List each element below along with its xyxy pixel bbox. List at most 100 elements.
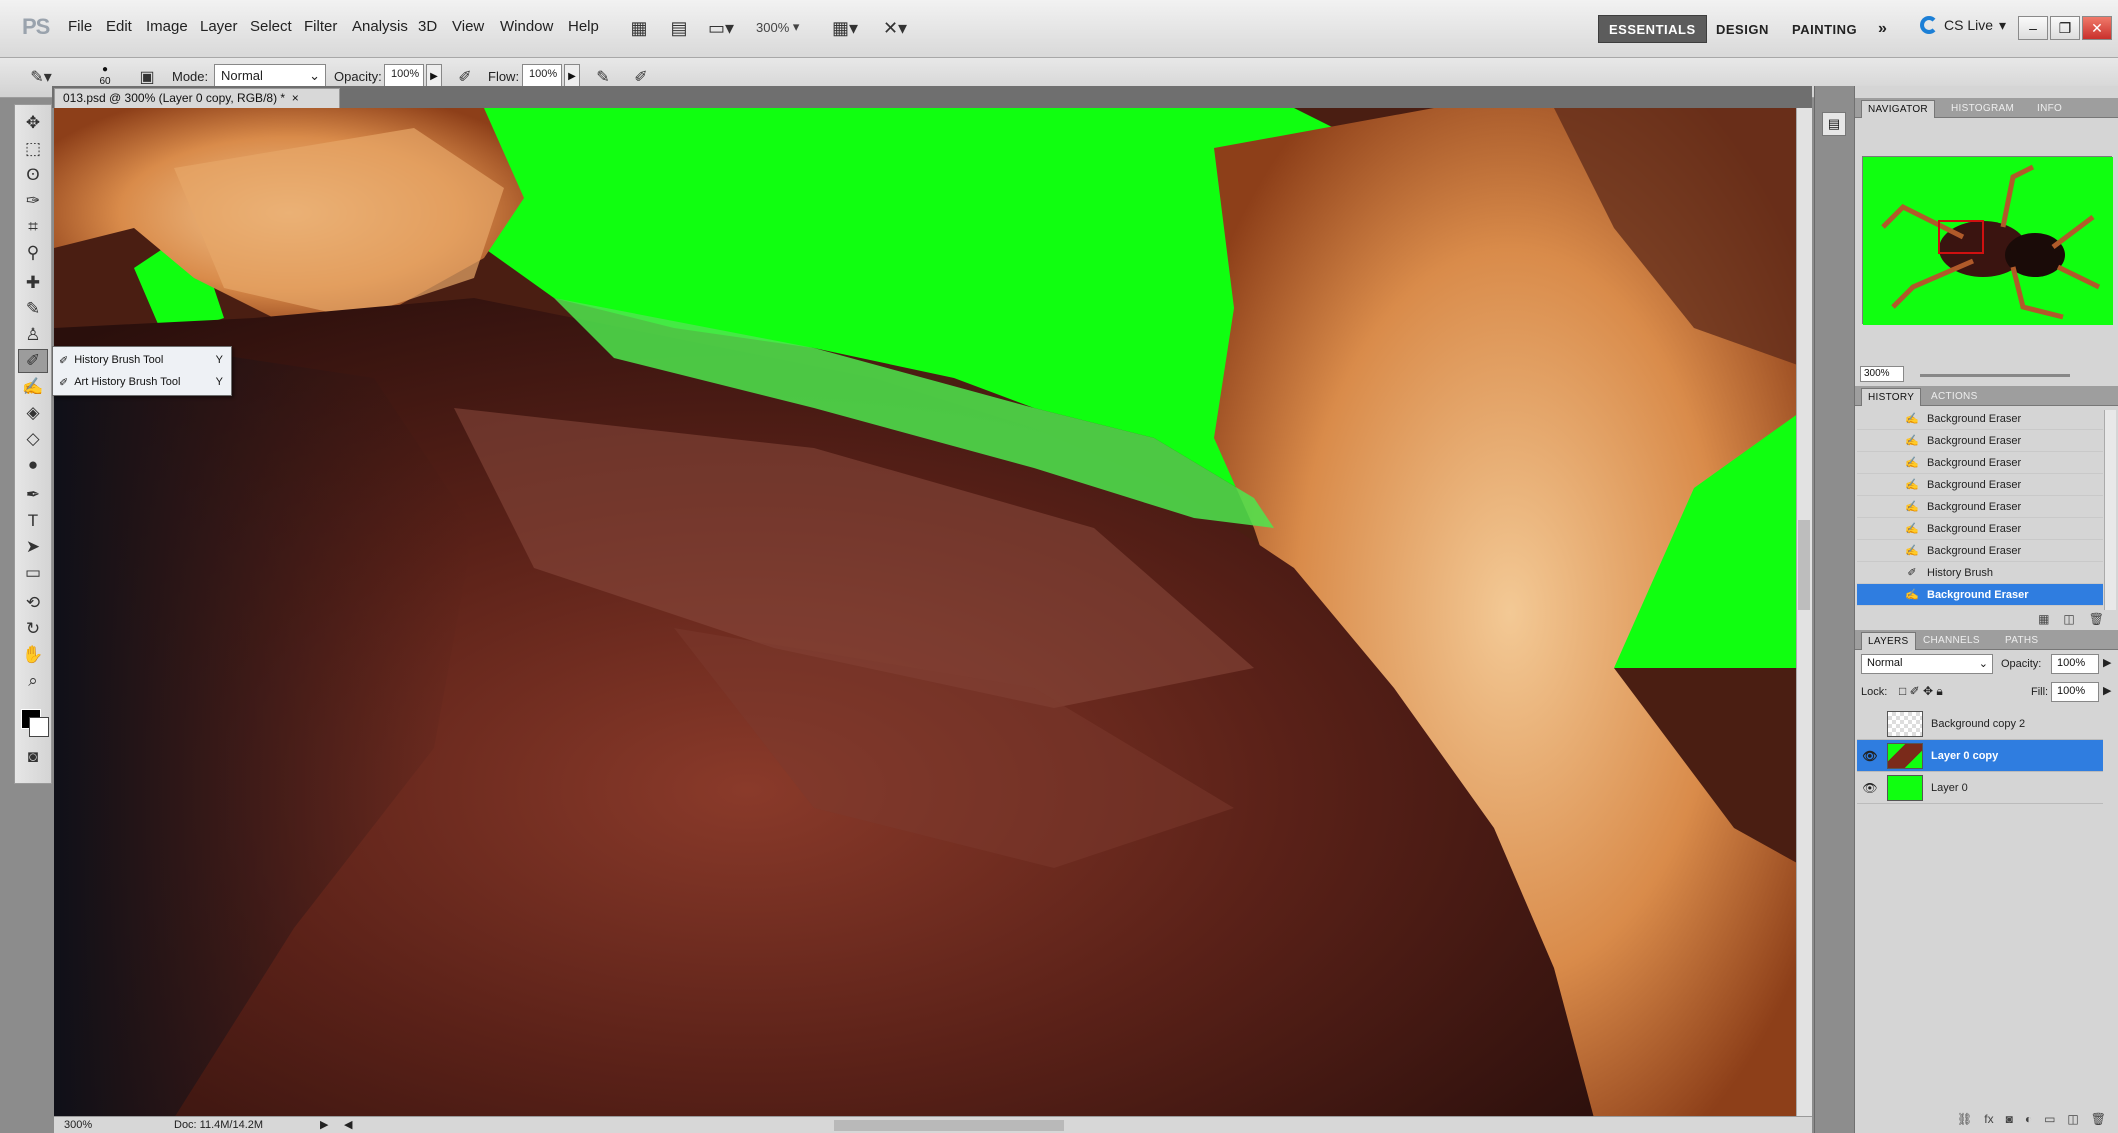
hand-tool-icon[interactable]: ✋ bbox=[18, 643, 48, 667]
pen-tool-icon[interactable]: ✒ bbox=[18, 483, 48, 507]
history-item[interactable]: ✍ Background Eraser bbox=[1857, 474, 2103, 496]
background-color-swatch[interactable] bbox=[29, 717, 49, 737]
workspace-design-button[interactable]: DESIGN bbox=[1706, 15, 1779, 43]
type-tool-icon[interactable]: T bbox=[18, 509, 48, 533]
quick-mask-icon[interactable]: ◙ bbox=[18, 745, 48, 769]
screen-mode-icon[interactable]: ✕▾ bbox=[880, 14, 910, 42]
menu-filter[interactable]: Filter bbox=[304, 18, 337, 35]
mini-bridge-icon[interactable]: ▤ bbox=[664, 14, 694, 42]
tab-actions[interactable]: ACTIONS bbox=[1925, 388, 1984, 406]
horizontal-scroll-thumb[interactable] bbox=[834, 1120, 1064, 1131]
close-window-button[interactable]: ✕ bbox=[2082, 16, 2112, 40]
scroll-left-arrow-icon[interactable]: ◀ bbox=[344, 1118, 352, 1131]
eye-icon[interactable]: 👁︎ bbox=[1861, 779, 1879, 797]
dodge-tool-icon[interactable]: ● bbox=[18, 453, 48, 477]
menu-layer[interactable]: Layer bbox=[200, 18, 238, 35]
eyedropper-tool-icon[interactable]: ⚲ bbox=[18, 241, 48, 265]
mode-select[interactable]: Normal ⌄ bbox=[214, 64, 326, 88]
eye-icon[interactable]: 👁︎ bbox=[1861, 747, 1879, 765]
tab-channels[interactable]: CHANNELS bbox=[1917, 632, 1986, 650]
tool-preset-picker-icon[interactable]: ✎▾ bbox=[28, 64, 54, 90]
flow-slider-button[interactable]: ▶ bbox=[564, 64, 580, 88]
menu-view[interactable]: View bbox=[452, 18, 484, 35]
quick-selection-tool-icon[interactable]: ✑ bbox=[18, 189, 48, 213]
tab-info[interactable]: INFO bbox=[2031, 100, 2068, 118]
mini-panel-button[interactable]: ▤ bbox=[1822, 112, 1846, 136]
tab-histogram[interactable]: HISTOGRAM bbox=[1945, 100, 2020, 118]
3d-rotate-tool-icon[interactable]: ⟲ bbox=[18, 591, 48, 615]
view-extras-icon[interactable]: ▭▾ bbox=[706, 14, 736, 42]
marquee-tool-icon[interactable]: ⬚ bbox=[18, 137, 48, 161]
menu-window[interactable]: Window bbox=[500, 18, 553, 35]
menu-3d[interactable]: 3D bbox=[418, 18, 437, 35]
cs-live-button[interactable]: CS Live ▾ bbox=[1920, 16, 2006, 34]
workspace-painting-button[interactable]: PAINTING bbox=[1782, 15, 1867, 43]
delete-state-icon[interactable]: 🗑︎ bbox=[2089, 612, 2104, 630]
crop-tool-icon[interactable]: ⌗ bbox=[18, 215, 48, 239]
link-layers-icon[interactable]: ⛓︎ bbox=[1957, 1112, 1972, 1132]
menu-analysis[interactable]: Analysis bbox=[352, 18, 408, 35]
tab-navigator[interactable]: NAVIGATOR bbox=[1861, 100, 1935, 118]
restore-button[interactable]: ❐ bbox=[2050, 16, 2080, 40]
3d-orbit-tool-icon[interactable]: ↻ bbox=[18, 617, 48, 641]
status-doc-size[interactable]: Doc: 11.4M/14.2M bbox=[174, 1119, 263, 1131]
layer-style-icon[interactable]: fx bbox=[1984, 1112, 1993, 1132]
navigator-preview[interactable] bbox=[1862, 156, 2113, 325]
paint-bucket-tool-icon[interactable]: ◈ bbox=[18, 401, 48, 425]
layer-mask-icon[interactable]: ◙ bbox=[2006, 1112, 2013, 1132]
document-canvas[interactable] bbox=[54, 108, 1806, 1118]
new-snapshot-icon[interactable]: ◫ bbox=[2063, 612, 2074, 630]
vertical-scrollbar[interactable] bbox=[1796, 108, 1812, 1118]
spot-healing-tool-icon[interactable]: ✚ bbox=[18, 271, 48, 295]
zoom-tool-icon[interactable]: ⌕ bbox=[18, 669, 48, 693]
status-zoom[interactable]: 300% bbox=[64, 1119, 92, 1131]
navigator-zoom-input[interactable]: 300% bbox=[1860, 366, 1904, 382]
menu-image[interactable]: Image bbox=[146, 18, 188, 35]
arrange-documents-icon[interactable]: ▦▾ bbox=[830, 14, 860, 42]
history-item[interactable]: ✍ Background Eraser bbox=[1857, 408, 2103, 430]
zoom-level-dropdown[interactable]: 300% ▾ bbox=[756, 14, 818, 40]
history-item[interactable]: ✍ Background Eraser bbox=[1857, 518, 2103, 540]
flyout-item-history-brush[interactable]: ✐ History Brush Tool Y bbox=[55, 349, 229, 371]
vertical-scroll-thumb[interactable] bbox=[1798, 520, 1810, 610]
tab-layers[interactable]: LAYERS bbox=[1861, 632, 1916, 650]
minimize-button[interactable]: – bbox=[2018, 16, 2048, 40]
layer-opacity-slider-icon[interactable]: ▶ bbox=[2103, 656, 2111, 669]
eraser-tool-icon[interactable]: ✍ bbox=[18, 375, 48, 399]
close-tab-icon[interactable]: × bbox=[292, 91, 299, 105]
clone-stamp-tool-icon[interactable]: ♙ bbox=[18, 323, 48, 347]
new-group-icon[interactable]: ▭ bbox=[2044, 1112, 2055, 1132]
tab-paths[interactable]: PATHS bbox=[1999, 632, 2044, 650]
history-item[interactable]: ✍ Background Eraser bbox=[1857, 496, 2103, 518]
document-tab[interactable]: 013.psd @ 300% (Layer 0 copy, RGB/8) * × bbox=[54, 88, 340, 108]
move-tool-icon[interactable]: ✥ bbox=[18, 111, 48, 135]
adjustment-layer-icon[interactable]: ◐ bbox=[2025, 1112, 2032, 1132]
path-selection-tool-icon[interactable]: ➤ bbox=[18, 535, 48, 559]
fill-slider-icon[interactable]: ▶ bbox=[2103, 684, 2111, 697]
layer-row-selected[interactable]: 👁︎ Layer 0 copy bbox=[1857, 740, 2103, 772]
history-item[interactable]: ✍ Background Eraser bbox=[1857, 430, 2103, 452]
workspace-more-button[interactable]: » bbox=[1868, 15, 1897, 43]
brush-tool-icon[interactable]: ✎ bbox=[18, 297, 48, 321]
history-scrollbar[interactable] bbox=[2104, 410, 2116, 610]
layer-opacity-input[interactable]: 100% bbox=[2051, 654, 2099, 674]
tab-history[interactable]: HISTORY bbox=[1861, 388, 1922, 406]
shape-tool-icon[interactable]: ▭ bbox=[18, 561, 48, 585]
layer-row[interactable]: 👁︎ Layer 0 bbox=[1857, 772, 2103, 804]
menu-select[interactable]: Select bbox=[250, 18, 292, 35]
flyout-item-art-history-brush[interactable]: ✐ Art History Brush Tool Y bbox=[55, 371, 229, 393]
menu-file[interactable]: File bbox=[68, 18, 92, 35]
opacity-slider-button[interactable]: ▶ bbox=[426, 64, 442, 88]
status-menu-arrow-icon[interactable]: ▶ bbox=[320, 1118, 328, 1131]
opacity-input[interactable]: 100% bbox=[384, 64, 424, 88]
history-item[interactable]: ✍ Background Eraser bbox=[1857, 452, 2103, 474]
new-layer-icon[interactable]: ◫ bbox=[2067, 1112, 2078, 1132]
workspace-essentials-button[interactable]: ESSENTIALS bbox=[1598, 15, 1707, 43]
history-item[interactable]: ✐ History Brush bbox=[1857, 562, 2103, 584]
menu-edit[interactable]: Edit bbox=[106, 18, 132, 35]
history-item-selected[interactable]: ✍ Background Eraser bbox=[1857, 584, 2103, 606]
new-document-from-state-icon[interactable]: ▦ bbox=[2038, 612, 2049, 630]
lasso-tool-icon[interactable]: ʘ bbox=[18, 163, 48, 187]
blur-tool-icon[interactable]: ◇ bbox=[18, 427, 48, 451]
blend-mode-select[interactable]: Normal ⌄ bbox=[1861, 654, 1993, 674]
